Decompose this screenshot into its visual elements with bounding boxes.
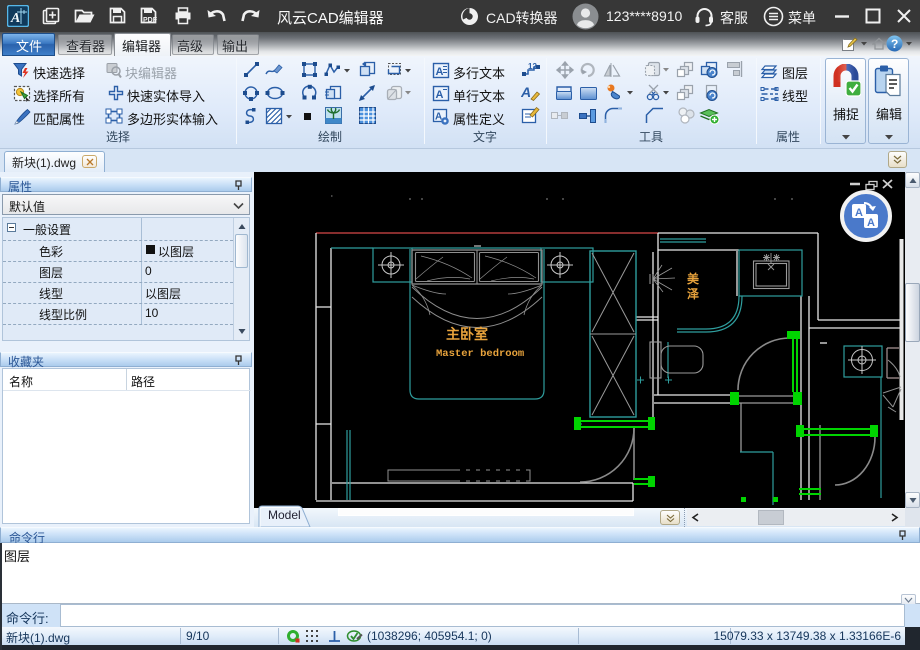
svg-text:A: A [435,112,442,123]
svg-text:A: A [436,66,444,78]
svg-text:A: A [436,89,444,101]
svg-text:?: ? [891,37,898,51]
svg-text:主卧室: 主卧室 [446,326,488,344]
svg-text:A: A [867,217,875,229]
svg-text:12: 12 [528,62,537,71]
svg-text:A: A [10,11,20,26]
svg-text:Master bedroom: Master bedroom [436,348,524,360]
svg-text:美: 美 [687,271,700,287]
svg-text:A: A [521,84,531,100]
svg-text:PDF: PDF [143,17,158,24]
svg-text:A: A [855,207,863,219]
svg-text:泽: 泽 [687,287,699,302]
